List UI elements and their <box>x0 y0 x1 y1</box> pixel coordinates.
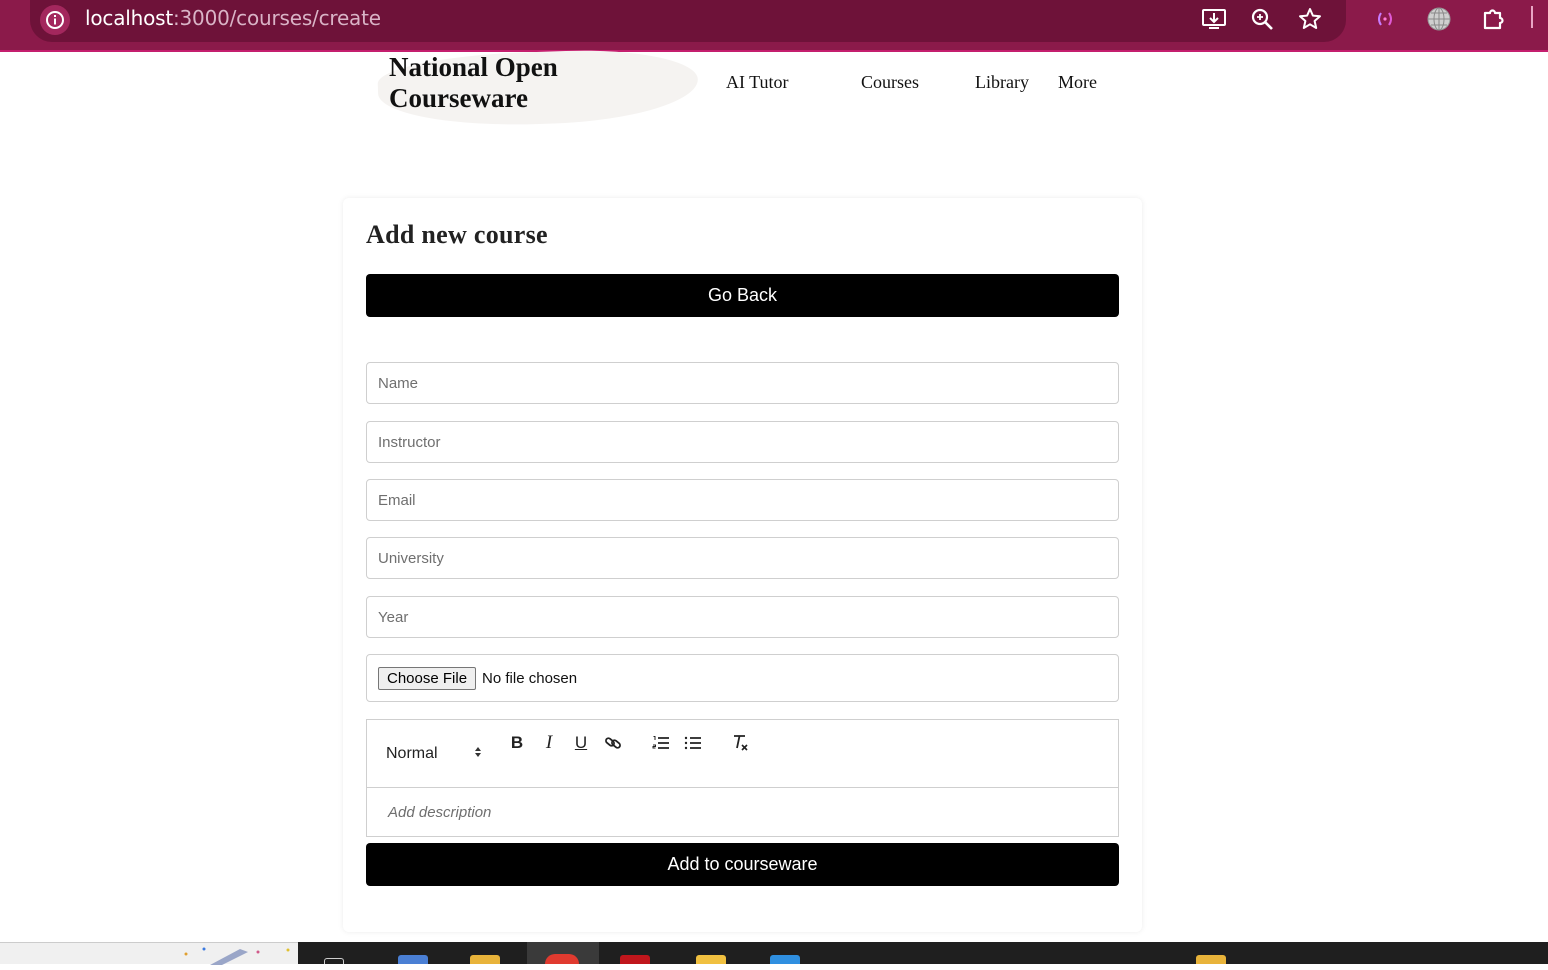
taskbar-app-red-icon[interactable] <box>620 955 650 964</box>
taskbar-widget-area <box>0 942 298 965</box>
select-arrows-icon <box>474 745 482 763</box>
file-explorer-icon[interactable] <box>470 955 500 964</box>
clear-format-icon[interactable] <box>730 732 752 754</box>
site-logo[interactable]: National Open Courseware <box>389 52 558 114</box>
nav-more[interactable]: More <box>1058 72 1097 93</box>
extension-cast-icon[interactable] <box>1370 4 1400 34</box>
confetti-icon <box>184 947 290 965</box>
site-info-icon[interactable] <box>40 5 70 35</box>
bold-button[interactable]: B <box>506 732 528 754</box>
translate-globe-icon[interactable] <box>1424 4 1454 34</box>
italic-button[interactable]: I <box>538 732 560 754</box>
editor-toolbar: Normal B I U <box>367 720 1118 788</box>
go-back-button[interactable]: Go Back <box>366 274 1119 317</box>
nav-library[interactable]: Library <box>975 72 1029 93</box>
url-text[interactable]: localhost:3000/courses/create <box>85 6 381 30</box>
description-editor: Normal B I U Add description <box>366 719 1119 837</box>
link-icon[interactable] <box>602 732 624 754</box>
vscode-icon[interactable] <box>770 955 800 964</box>
taskbar-app-yellow-icon[interactable] <box>696 955 726 964</box>
taskbar-app-icon[interactable] <box>398 955 428 964</box>
chrome-icon[interactable] <box>545 954 579 964</box>
description-placeholder[interactable]: Add description <box>388 804 491 821</box>
url-host: localhost <box>85 6 173 30</box>
ordered-list-icon[interactable] <box>650 732 672 754</box>
logo-line-1: National Open <box>389 52 558 82</box>
page-title: Add new course <box>366 220 548 249</box>
name-input[interactable] <box>366 362 1119 404</box>
nav-courses[interactable]: Courses <box>861 72 919 93</box>
logo-line-2: Courseware <box>389 83 528 113</box>
file-status-text: No file chosen <box>482 669 578 687</box>
taskbar <box>298 942 1548 964</box>
install-app-icon[interactable] <box>1199 4 1229 34</box>
browser-toolbar: localhost:3000/courses/create <box>0 0 1548 52</box>
choose-file-button[interactable]: Choose File <box>378 666 477 690</box>
nav-ai-tutor[interactable]: AI Tutor <box>726 72 789 93</box>
taskbar-app-folder-icon[interactable] <box>1196 955 1226 964</box>
url-path: :3000/courses/create <box>172 6 381 30</box>
underline-button[interactable]: U <box>570 732 592 754</box>
toolbar-separator <box>1531 6 1533 28</box>
task-view-icon[interactable] <box>324 958 344 964</box>
instructor-input[interactable] <box>366 421 1119 463</box>
file-upload-field: Choose File No file chosen <box>366 654 1119 702</box>
text-format-select[interactable]: Normal <box>386 743 482 765</box>
university-input[interactable] <box>366 537 1119 579</box>
bullet-list-icon[interactable] <box>682 732 704 754</box>
bookmark-star-icon[interactable] <box>1295 4 1325 34</box>
year-input[interactable] <box>366 596 1119 638</box>
add-course-card: Add new course Go Back Choose File No fi… <box>343 198 1142 932</box>
text-format-value: Normal <box>386 745 438 762</box>
add-to-courseware-button[interactable]: Add to courseware <box>366 843 1119 886</box>
zoom-icon[interactable] <box>1247 4 1277 34</box>
email-input[interactable] <box>366 479 1119 521</box>
extensions-puzzle-icon[interactable] <box>1479 4 1509 34</box>
